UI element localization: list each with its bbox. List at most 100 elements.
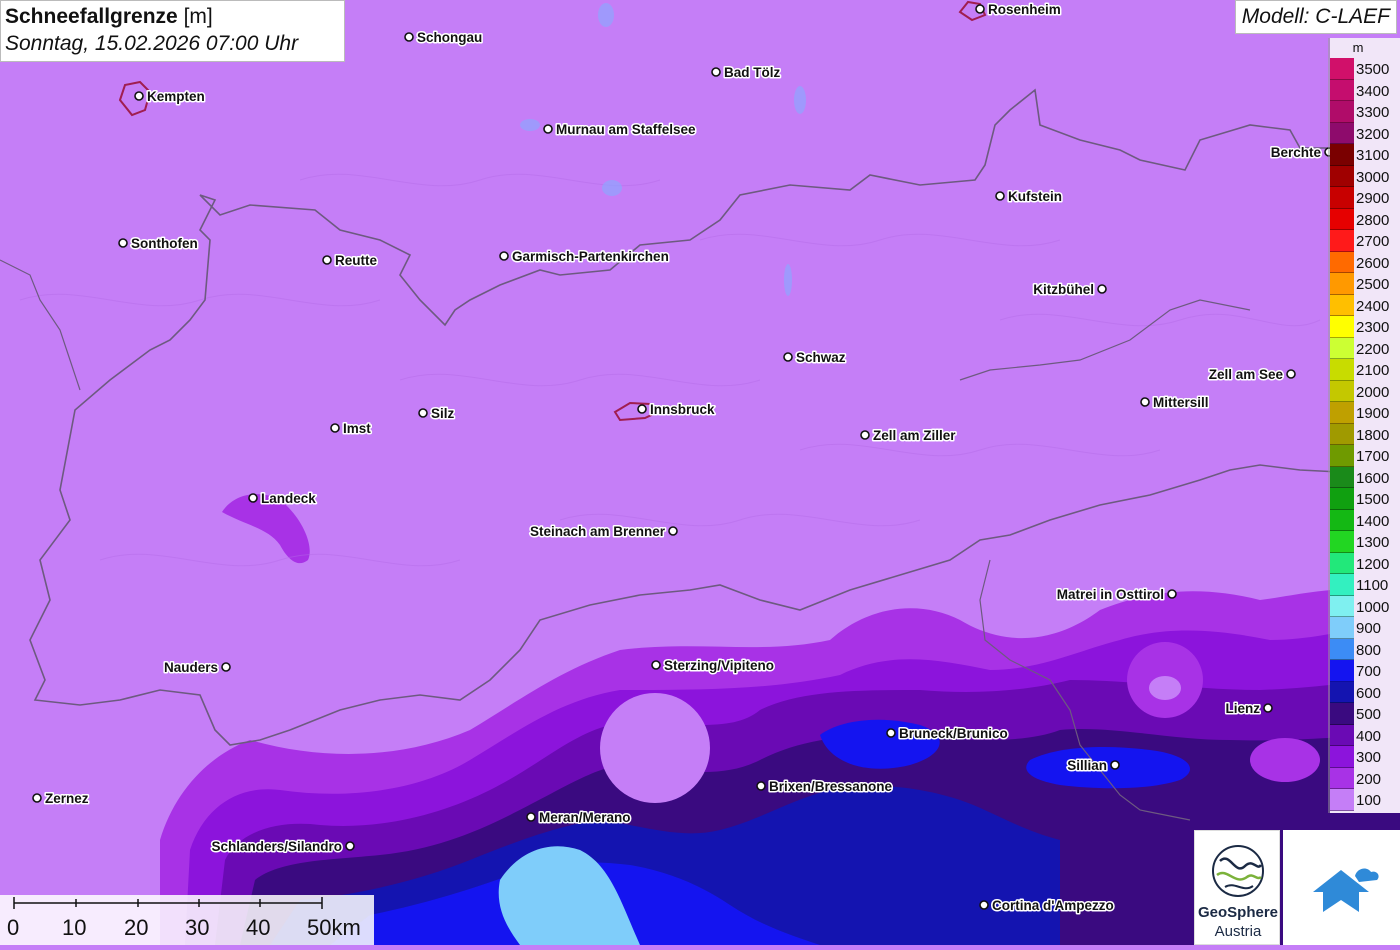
city-dot-icon [322,255,332,265]
weather-app-logo[interactable] [1283,830,1400,945]
legend-swatch [1330,509,1354,531]
legend-item: 2200 [1330,337,1400,359]
city-dot-icon [1167,589,1177,599]
legend-swatch [1330,488,1354,510]
city-marker[interactable]: Zell am See [1207,366,1296,384]
city-marker[interactable]: Bruneck/Brunico [886,725,1009,743]
city-marker[interactable]: Garmisch-Partenkirchen [499,248,670,266]
city-label: Zell am Ziller [873,428,956,443]
legend-label: 200 [1356,770,1382,788]
legend-swatch [1330,681,1354,703]
legend-item: 2700 [1330,230,1400,252]
city-marker[interactable]: Meran/Merano [526,809,632,827]
legend-item: 3400 [1330,79,1400,101]
city-dot-icon [248,493,258,503]
legend-swatch [1330,208,1354,230]
city-marker[interactable]: Sterzing/Vipiteno [651,657,776,675]
city-dot-icon [118,238,128,248]
city-label: Bad Tölz [724,65,780,80]
legend-label: 1400 [1356,512,1390,530]
geosphere-name: GeoSphere [1197,904,1279,921]
city-marker[interactable]: Cortina d'Ampezzo [979,897,1115,915]
legend-item: 1500 [1330,488,1400,510]
legend-swatch [1330,165,1354,187]
city-marker[interactable]: Innsbruck [637,401,717,419]
city-dot-icon [32,793,42,803]
city-dot-icon [979,900,989,910]
city-label: Schongau [417,30,482,45]
legend-label: 2800 [1356,211,1390,229]
city-marker[interactable]: Schlanders/Silandro [210,838,355,856]
legend-swatch [1330,251,1354,273]
legend-label: 2700 [1356,233,1390,250]
legend-item: 2400 [1330,294,1400,316]
city-marker[interactable]: Murnau am Staffelsee [543,121,698,139]
legend-label: 1700 [1356,448,1390,465]
city-label: Lienz [1225,701,1260,716]
legend-swatch [1330,122,1354,144]
city-dot-icon [1110,760,1120,770]
legend-label: 100 [1356,792,1382,809]
city-label: Kempten [147,89,205,104]
city-dot-icon [860,430,870,440]
city-marker[interactable]: Steinach am Brenner [528,523,678,541]
legend-swatch [1330,703,1354,725]
legend-item: 400 [1330,724,1400,746]
legend-label: 1300 [1356,534,1390,551]
legend-swatch [1330,767,1354,789]
legend-swatch [1330,337,1354,359]
city-label: Kufstein [1008,189,1062,204]
legend-swatch [1330,552,1354,574]
city-dot-icon [543,124,553,134]
snowfall-limit-map[interactable]: Rosenheim Schongau Kempten Bad Tölz Murnau a… [0,0,1400,945]
geosphere-logo[interactable]: GeoSphere Austria [1194,830,1280,945]
legend-swatch [1330,144,1354,166]
legend-label: 700 [1356,663,1382,680]
legend-swatch [1330,273,1354,295]
city-label: Landeck [261,491,316,506]
legend-label: 400 [1356,727,1382,745]
legend-swatch [1330,789,1354,811]
city-label: Nauders [164,660,218,675]
city-dot-icon [783,352,793,362]
legend-item: 1700 [1330,445,1400,467]
city-marker[interactable]: Sonthofen [118,235,199,253]
legend-item: 3100 [1330,144,1400,166]
city-label: Sillian [1067,758,1107,773]
legend-item: 1600 [1330,466,1400,488]
city-dot-icon [1140,397,1150,407]
legend-swatch [1330,402,1354,424]
legend-label: 1900 [1356,405,1390,422]
legend-label: 2900 [1356,190,1390,207]
model-label: Modell: C-LAEF [1234,0,1397,34]
city-marker[interactable]: Zell am Ziller [860,427,958,445]
legend-item: 1000 [1330,595,1400,617]
legend-label: 1200 [1356,555,1390,573]
legend-label: 2400 [1356,297,1390,315]
legend-item: 1800 [1330,423,1400,445]
legend-item: 600 [1330,681,1400,703]
legend-item: 3000 [1330,165,1400,187]
legend-label: 3000 [1356,168,1390,186]
legend-item: 3200 [1330,122,1400,144]
map-title: Schneefallgrenze [m] [5,3,340,30]
city-dot-icon [1097,284,1107,294]
legend-item: 1100 [1330,574,1400,596]
city-label: Bruneck/Brunico [899,726,1008,741]
city-marker[interactable]: Brixen/Bressanone [756,778,894,796]
legend-swatch [1330,746,1354,768]
legend-item: 2500 [1330,273,1400,295]
legend-label: 1500 [1356,491,1390,508]
city-dot-icon [526,812,536,822]
legend-item: 2900 [1330,187,1400,209]
legend-swatch [1330,660,1354,682]
city-marker[interactable]: Schongau [404,29,484,47]
city-dot-icon [995,191,1005,201]
legend-item: 1400 [1330,509,1400,531]
city-dot-icon [668,526,678,536]
legend-swatch [1330,359,1354,381]
city-marker[interactable]: Matrei in Osttirol [1055,586,1177,604]
legend-item: 2300 [1330,316,1400,338]
city-label: Brixen/Bressanone [769,779,893,794]
city-marker[interactable]: Rosenheim [975,1,1062,19]
